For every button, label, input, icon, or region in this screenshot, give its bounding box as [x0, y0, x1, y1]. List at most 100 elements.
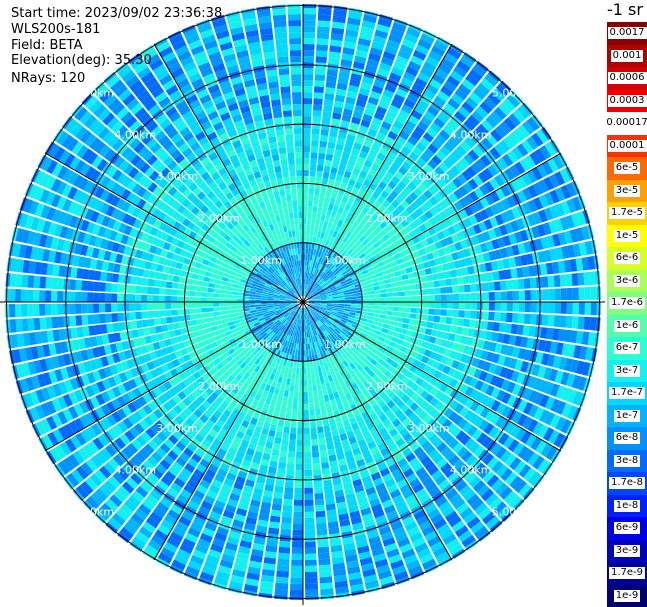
beta-bin — [319, 401, 326, 409]
beta-bin — [310, 146, 319, 153]
beta-bin — [177, 315, 185, 322]
beta-bin — [75, 279, 83, 291]
beta-bin — [316, 164, 324, 172]
beta-bin — [314, 372, 320, 379]
beta-bin — [374, 309, 381, 314]
beta-bin — [494, 312, 501, 322]
beta-bin — [299, 379, 303, 386]
beta-bin — [321, 467, 331, 475]
beta-bin — [153, 318, 161, 326]
beta-bin — [325, 153, 334, 161]
beta-bin — [171, 289, 178, 296]
beta-bin — [318, 552, 330, 560]
beta-bin — [195, 291, 202, 297]
beta-bin — [69, 303, 76, 315]
beta-bin — [281, 401, 288, 409]
beta-bin — [317, 225, 323, 233]
beta-bin — [303, 152, 310, 159]
beta-bin — [304, 511, 315, 518]
beta-bin — [159, 303, 166, 310]
beta-bin — [225, 290, 232, 295]
beta-bin — [458, 310, 465, 318]
beta-bin — [304, 457, 312, 464]
beta-bin — [307, 379, 312, 386]
beta-bin — [446, 302, 453, 309]
beta-bin — [320, 588, 334, 596]
beta-bin — [147, 310, 154, 319]
beta-bin — [308, 248, 312, 255]
beta-bin — [304, 517, 315, 524]
beta-bin — [255, 304, 262, 308]
beta-bin — [111, 283, 118, 293]
beta-bin — [27, 275, 35, 288]
beta-bin — [386, 310, 393, 316]
beta-bin — [298, 397, 303, 404]
beta-bin — [303, 158, 310, 165]
beta-bin — [282, 396, 288, 403]
beta-bin — [317, 390, 323, 397]
beta-bin — [318, 201, 324, 208]
beta-bin — [136, 320, 143, 329]
beta-bin — [312, 122, 321, 129]
beta-bin — [105, 293, 112, 302]
beta-bin — [296, 445, 303, 452]
beta-bin — [310, 433, 318, 440]
beta-bin — [303, 50, 315, 57]
beta-bin — [368, 294, 375, 299]
beta-bin — [118, 274, 126, 284]
beta-bin — [303, 218, 307, 225]
beta-bin — [308, 194, 314, 201]
beta-bin — [191, 273, 199, 280]
beta-bin — [177, 302, 184, 309]
beta-bin — [388, 272, 396, 279]
beta-bin — [100, 324, 108, 334]
beta-bin — [307, 206, 313, 213]
beta-bin — [311, 140, 319, 147]
beta-bin — [303, 44, 315, 51]
beta-bin — [209, 277, 216, 284]
beta-bin — [380, 310, 387, 315]
beta-bin — [428, 295, 435, 302]
beta-bin — [307, 373, 312, 380]
beta-bin — [303, 92, 313, 99]
beta-bin — [476, 283, 483, 292]
beta-bin — [470, 292, 477, 301]
beta-bin — [135, 276, 143, 286]
beta-bin — [492, 322, 500, 332]
beta-bin — [458, 302, 465, 310]
beta-bin — [314, 486, 324, 494]
beta-bin — [303, 140, 311, 147]
beta-bin — [219, 310, 226, 316]
beta-bin — [470, 302, 477, 310]
beta-bin — [203, 276, 211, 283]
beta-bin — [499, 280, 507, 291]
beta-bin — [470, 283, 477, 292]
beta-bin — [313, 366, 318, 374]
beta-bin — [305, 589, 319, 596]
beta-bin — [310, 224, 315, 231]
beta-bin — [237, 295, 244, 299]
beta-bin — [530, 302, 537, 313]
beta-bin — [294, 487, 303, 494]
beta-bin — [541, 314, 549, 326]
beta-bin — [402, 317, 410, 324]
beta-bin — [380, 288, 387, 294]
beta-bin — [326, 442, 335, 450]
beta-bin — [159, 295, 166, 302]
beta-bin — [457, 318, 465, 327]
beta-bin — [324, 93, 335, 101]
beta-bin — [512, 290, 519, 301]
beta-bin — [559, 274, 567, 287]
beta-bin — [290, 421, 297, 428]
beta-bin — [293, 517, 303, 524]
beta-bin — [208, 282, 215, 288]
beta-bin — [319, 444, 327, 452]
beta-bin — [313, 390, 319, 398]
beta-bin — [303, 361, 307, 368]
beta-bin — [548, 288, 555, 301]
beta-bin — [312, 236, 317, 244]
beta-bin — [449, 325, 458, 334]
beta-bin — [577, 316, 585, 330]
beta-bin — [195, 302, 202, 308]
beta-bin — [160, 324, 169, 332]
